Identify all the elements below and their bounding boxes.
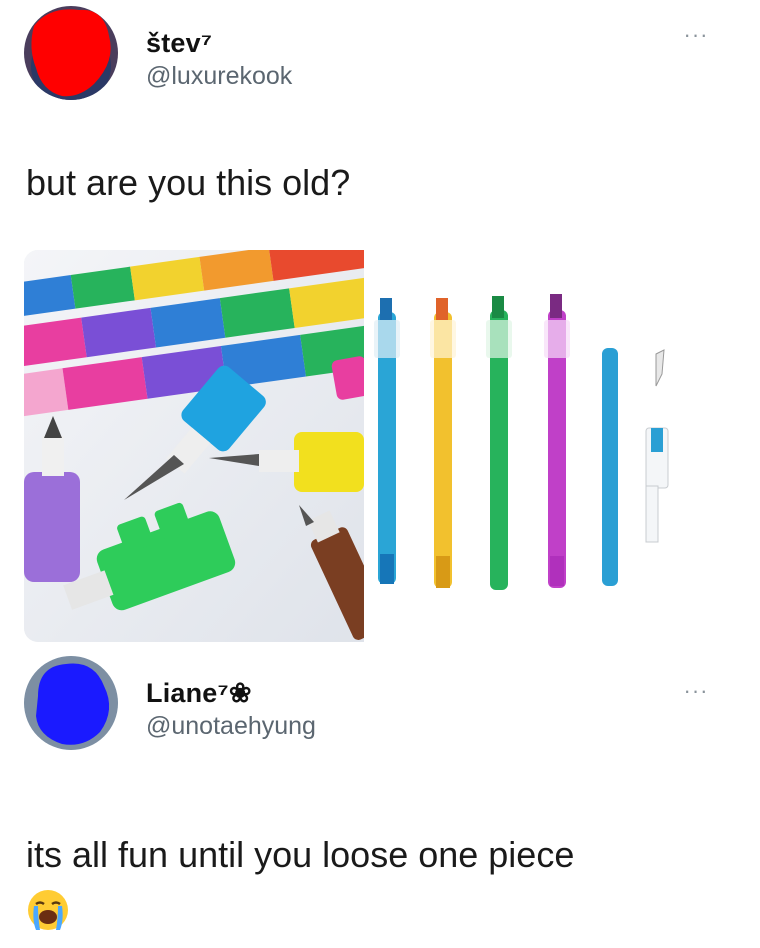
tweet: štev⁷ @luxurekook ··· but are you this o… — [0, 0, 760, 250]
tweet-text: but are you this old? — [26, 162, 351, 203]
avatar[interactable] — [24, 656, 118, 750]
more-options-icon[interactable]: ··· — [676, 680, 716, 702]
reply-tweet: Liane⁷❀ @unotaehyung ··· its all fun unt… — [0, 650, 760, 948]
author-handle[interactable]: @unotaehyung — [146, 712, 316, 741]
stacking-pencils-photo — [24, 250, 390, 642]
pencil-pieces-photo — [364, 250, 710, 642]
author-name[interactable]: Liane⁷❀ — [146, 678, 252, 709]
loudly-crying-face-icon — [24, 886, 72, 934]
avatar[interactable] — [24, 6, 118, 100]
reply-text: its all fun until you loose one piece — [26, 834, 575, 875]
author-name[interactable]: štev⁷ — [146, 28, 212, 59]
more-options-icon[interactable]: ··· — [676, 24, 716, 46]
tweet-image[interactable] — [24, 250, 710, 642]
author-handle[interactable]: @luxurekook — [146, 62, 292, 91]
